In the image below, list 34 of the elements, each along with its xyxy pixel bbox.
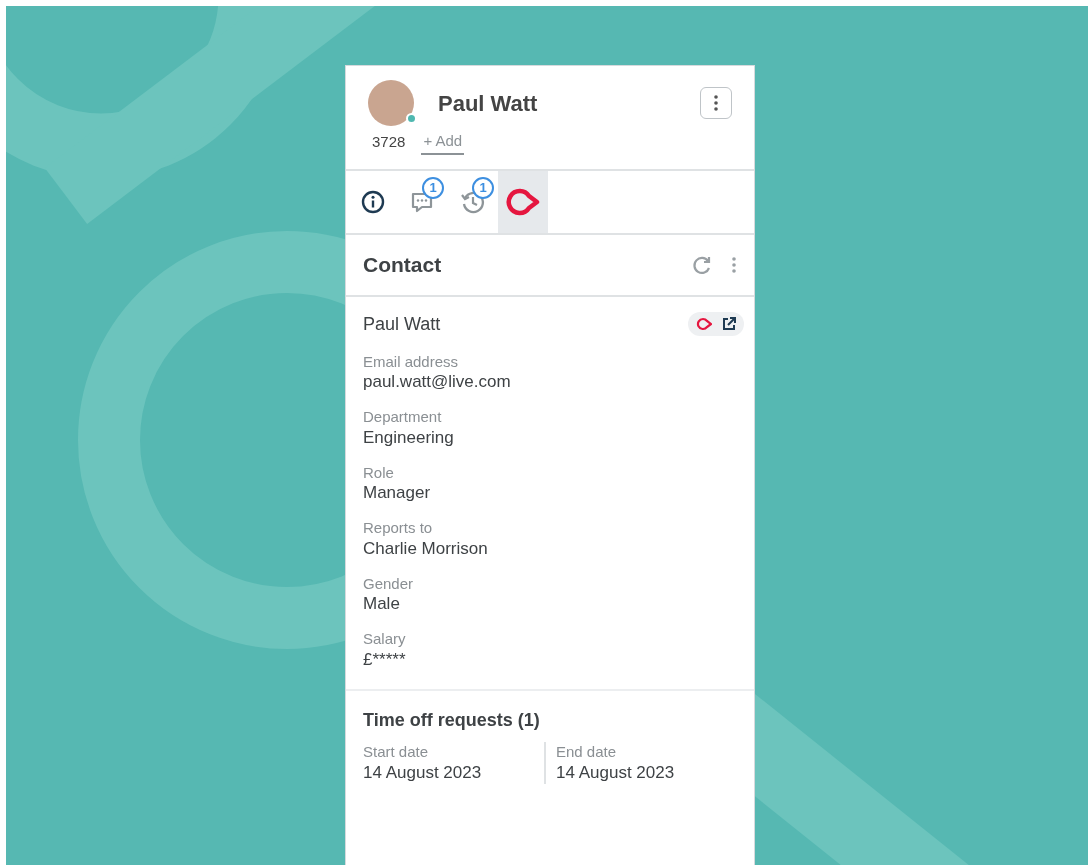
field-label: Salary [363,629,407,649]
field-label: Role [363,462,395,483]
logo-icon [506,187,540,216]
logo-icon [696,317,712,331]
field-label: Reports to [363,518,434,538]
field-value: Charlie Morrison [363,537,489,560]
field-label: End date [556,742,618,762]
open-external-button[interactable] [688,312,744,336]
field-value: £***** [363,648,407,671]
more-options-icon [714,95,718,111]
field-label: Gender [363,573,415,594]
field-label: Start date [363,742,430,762]
more-options-button[interactable] [700,87,732,119]
field-value: Manager [363,482,432,505]
field-value: Male [363,593,401,616]
count-badge: 1 [472,176,494,199]
more-options-button[interactable] [730,254,738,275]
field-label: Email address [363,351,460,371]
external-link-icon [722,317,736,331]
info-icon [361,189,385,214]
refresh-icon [692,254,712,275]
field-label: Department [363,407,443,427]
field-value: 14 August 2023 [363,761,483,784]
more-options-icon [732,256,736,273]
field-value: Engineering [363,426,455,449]
field-value: 14 August 2023 [556,761,676,784]
contact-name: Paul Watt [363,312,442,336]
extension-number: 3728 [372,132,406,152]
section-title: Contact [363,251,443,278]
count-badge: 1 [422,176,444,199]
section-title: Time off requests (1) [363,709,541,733]
contact-name: Paul Watt [438,89,539,118]
add-link[interactable]: + Add [421,130,465,155]
field-value: paul.watt@live.com [363,371,512,393]
